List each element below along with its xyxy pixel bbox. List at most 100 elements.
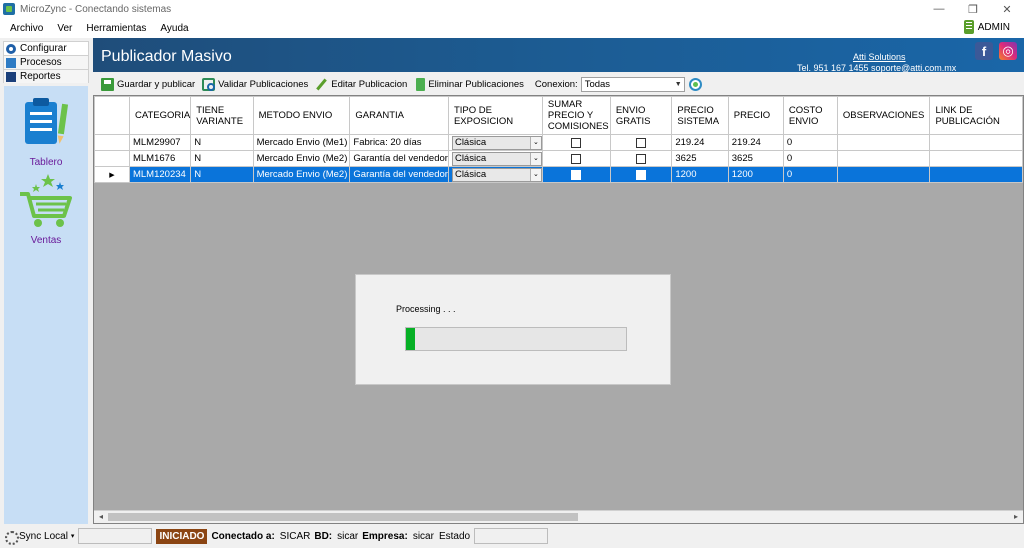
shopping-cart-icon <box>20 174 72 227</box>
cell-precio-sistema[interactable]: 3625 <box>671 150 729 167</box>
nav-card-label: Tablero <box>29 157 63 168</box>
cell-metodo[interactable]: Mercado Envio (Me2) <box>252 150 351 167</box>
company-link[interactable]: Atti Solutions <box>853 52 906 62</box>
cell-categoria[interactable]: MLM1676 <box>128 150 192 167</box>
exposicion-combo[interactable]: Clásica ⌄ <box>451 135 542 150</box>
envio-gratis-checkbox[interactable] <box>636 153 647 164</box>
cell-sumar[interactable] <box>541 166 611 183</box>
envio-gratis-checkbox[interactable] <box>636 169 647 180</box>
chevron-down-icon[interactable]: ▾ <box>71 532 75 540</box>
cell-link[interactable] <box>929 150 1023 167</box>
cell-observaciones[interactable] <box>836 150 931 167</box>
col-costo-envio[interactable]: COSTO ENVIO <box>782 96 838 135</box>
scrollbar-thumb[interactable] <box>108 513 578 521</box>
cell-garantia[interactable]: Fabrica: 20 días <box>349 134 449 151</box>
col-tiene-variante[interactable]: TIENE VARIANTE <box>190 96 254 135</box>
cell-costo-envio[interactable]: 0 <box>782 166 838 183</box>
close-button[interactable]: ✕ <box>990 0 1024 18</box>
validate-button[interactable]: Validar Publicaciones <box>202 77 308 91</box>
cell-garantia[interactable]: Garantía del vendedor <box>349 166 449 183</box>
col-envio-gratis[interactable]: ENVIO GRATIS <box>609 96 673 135</box>
table-row-selected[interactable]: ▶ MLM120234 N Mercado Envio (Me2) Garant… <box>94 166 1023 183</box>
cell-costo-envio[interactable]: 0 <box>782 134 838 151</box>
nav-card-ventas[interactable]: Ventas <box>4 172 88 246</box>
publications-grid: CATEGORIA TIENE VARIANTE METODO ENVIO GA… <box>93 95 1024 524</box>
cell-precio[interactable]: 3625 <box>727 150 784 167</box>
envio-gratis-checkbox[interactable] <box>636 137 647 148</box>
menu-ayuda[interactable]: Ayuda <box>160 23 188 34</box>
cell-costo-envio[interactable]: 0 <box>782 150 838 167</box>
cell-variante[interactable]: N <box>190 166 254 183</box>
refresh-icon[interactable] <box>688 77 702 91</box>
cell-link[interactable] <box>929 166 1023 183</box>
col-precio-sistema[interactable]: PRECIO SISTEMA <box>671 96 729 135</box>
conexion-value: Todas <box>584 78 611 90</box>
exposicion-combo[interactable]: Clásica ⌄ <box>451 167 542 182</box>
cell-exposicion[interactable]: Clásica ⌄ <box>447 166 543 183</box>
col-link[interactable]: LINK DE PUBLICACIÓN <box>929 96 1023 135</box>
horizontal-scrollbar[interactable]: ◂ ▸ <box>94 510 1023 523</box>
user-menu[interactable]: ADMIN <box>963 20 1010 34</box>
conexion-select[interactable]: Todas ▼ <box>580 76 685 92</box>
table-row[interactable]: MLM29907 N Mercado Envio (Me1) Fabrica: … <box>94 134 1023 151</box>
col-categoria[interactable]: CATEGORIA <box>128 96 192 135</box>
minimize-button[interactable]: — <box>922 0 956 18</box>
maximize-button[interactable]: ❐ <box>956 0 990 18</box>
cell-categoria[interactable]: MLM29907 <box>128 134 192 151</box>
cell-sumar[interactable] <box>541 134 611 151</box>
cell-envio-gratis[interactable] <box>609 166 673 183</box>
cell-sumar[interactable] <box>541 150 611 167</box>
cell-exposicion[interactable]: Clásica ⌄ <box>447 134 543 151</box>
menu-archivo[interactable]: Archivo <box>10 23 43 34</box>
save-publish-button[interactable]: Guardar y publicar <box>101 77 195 91</box>
scroll-left-icon[interactable]: ◂ <box>95 511 107 523</box>
col-sumar-precio[interactable]: SUMAR PRECIO Y COMISIONES <box>541 96 611 135</box>
instagram-icon[interactable]: ◎ <box>999 42 1017 60</box>
facebook-icon[interactable]: f <box>975 42 993 60</box>
col-metodo-envio[interactable]: METODO ENVIO <box>252 96 351 135</box>
tab-configurar[interactable]: Configurar <box>3 41 89 55</box>
cell-metodo[interactable]: Mercado Envio (Me2) <box>252 166 351 183</box>
cell-metodo[interactable]: Mercado Envio (Me1) <box>252 134 351 151</box>
sumar-checkbox[interactable] <box>571 137 582 148</box>
user-name: ADMIN <box>977 21 1010 33</box>
cell-precio[interactable]: 1200 <box>727 166 784 183</box>
gear-icon <box>6 44 16 54</box>
menu-herramientas[interactable]: Herramientas <box>86 23 146 34</box>
scroll-right-icon[interactable]: ▸ <box>1010 511 1022 523</box>
empresa-label: Empresa: <box>362 530 408 542</box>
exposicion-combo[interactable]: Clásica ⌄ <box>451 151 542 166</box>
cell-variante[interactable]: N <box>190 134 254 151</box>
cell-variante[interactable]: N <box>190 150 254 167</box>
cell-precio-sistema[interactable]: 219.24 <box>671 134 729 151</box>
row-marker[interactable] <box>94 134 130 151</box>
row-marker[interactable] <box>94 150 130 167</box>
nav-card-tablero[interactable]: Tablero <box>4 94 88 168</box>
sumar-checkbox[interactable] <box>571 153 582 164</box>
grid-header-row: CATEGORIA TIENE VARIANTE METODO ENVIO GA… <box>94 96 1023 135</box>
sumar-checkbox[interactable] <box>571 169 582 180</box>
tab-reportes[interactable]: Reportes <box>3 69 89 83</box>
cell-link[interactable] <box>929 134 1023 151</box>
table-row[interactable]: MLM1676 N Mercado Envio (Me2) Garantía d… <box>94 150 1023 167</box>
progress-fill <box>406 328 415 350</box>
cell-precio[interactable]: 219.24 <box>727 134 784 151</box>
col-garantia[interactable]: GARANTIA <box>349 96 449 135</box>
cell-observaciones[interactable] <box>836 166 931 183</box>
edit-button[interactable]: Editar Publicacion <box>315 78 407 91</box>
row-marker[interactable]: ▶ <box>94 166 130 183</box>
cell-categoria[interactable]: MLM120234 <box>128 166 192 183</box>
col-tipo-exposicion[interactable]: TIPO DE EXPOSICION <box>447 96 543 135</box>
cell-envio-gratis[interactable] <box>609 150 673 167</box>
tab-procesos[interactable]: Procesos <box>3 55 89 69</box>
delete-button[interactable]: Eliminar Publicaciones <box>414 77 524 91</box>
cell-envio-gratis[interactable] <box>609 134 673 151</box>
col-observaciones[interactable]: OBSERVACIONES <box>836 96 931 135</box>
cell-precio-sistema[interactable]: 1200 <box>671 166 729 183</box>
cell-exposicion[interactable]: Clásica ⌄ <box>447 150 543 167</box>
sync-local-menu[interactable]: Sync Local <box>19 531 68 542</box>
col-precio[interactable]: PRECIO <box>727 96 784 135</box>
cell-garantia[interactable]: Garantía del vendedor <box>349 150 449 167</box>
menu-ver[interactable]: Ver <box>57 23 72 34</box>
cell-observaciones[interactable] <box>836 134 931 151</box>
